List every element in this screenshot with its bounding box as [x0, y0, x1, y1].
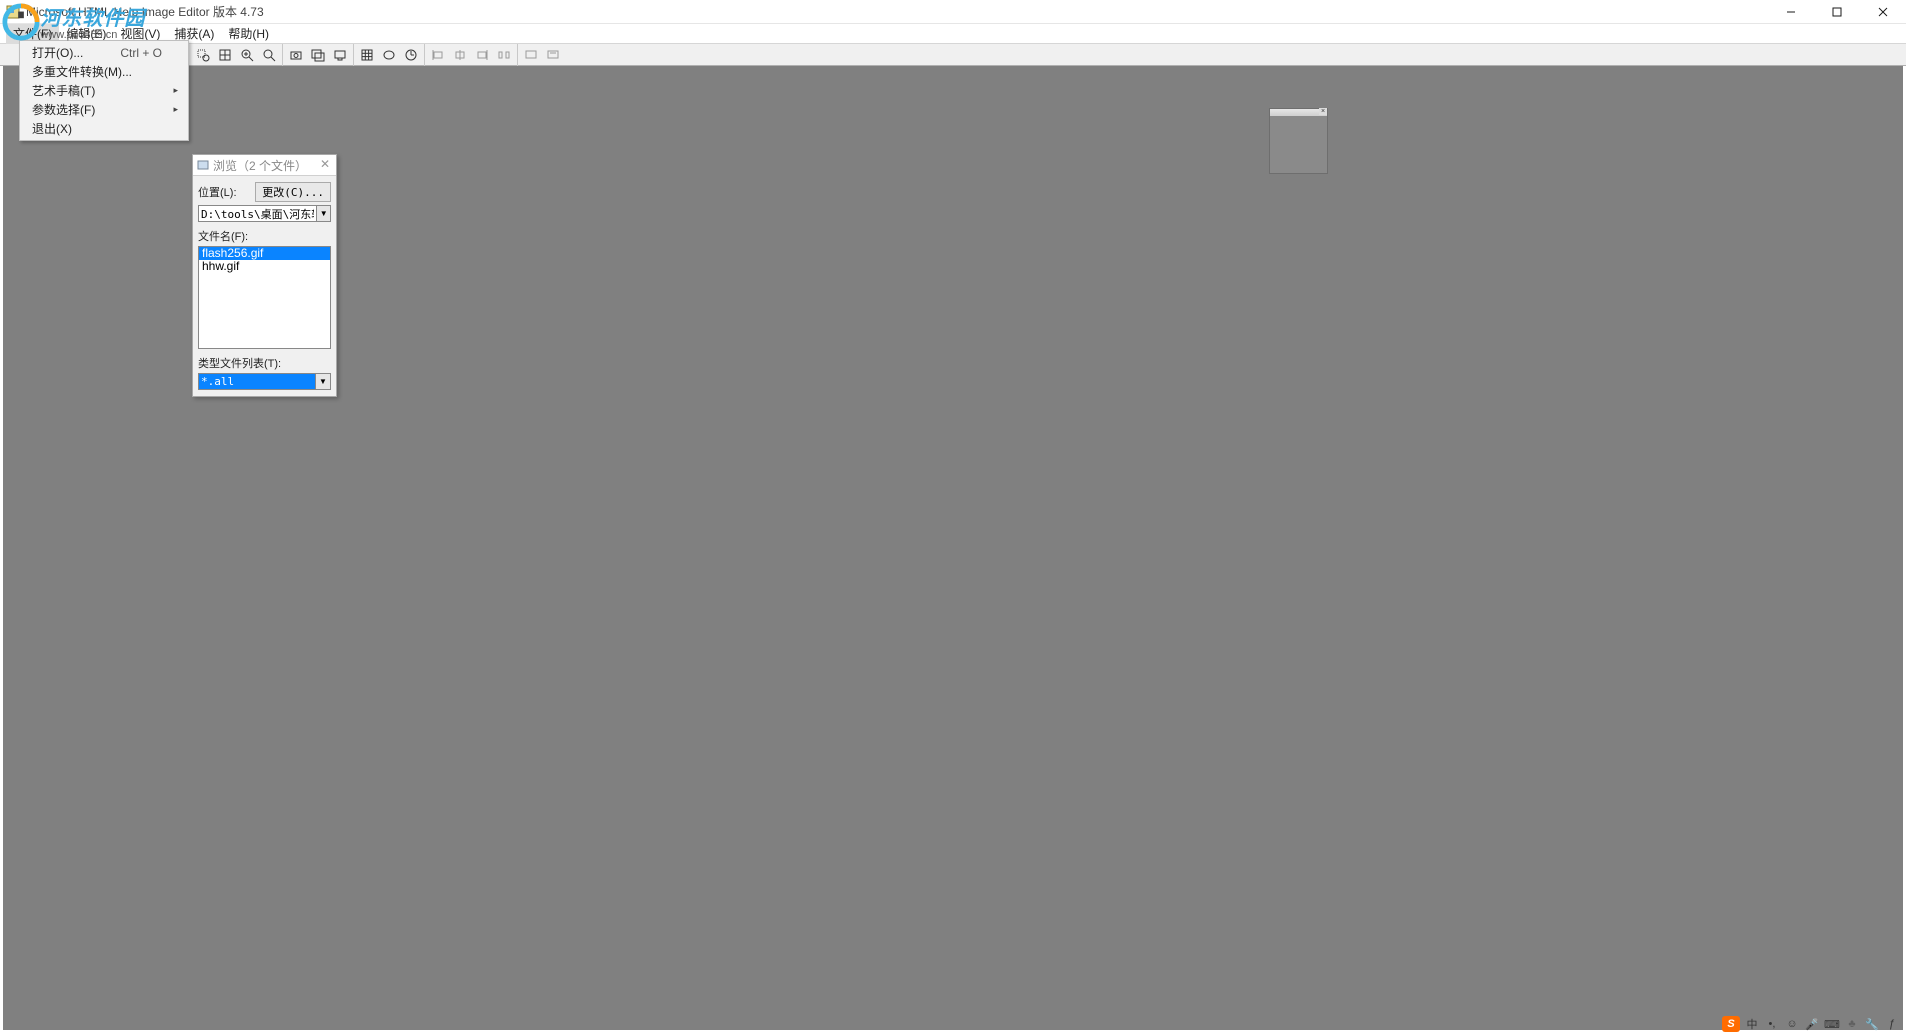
- maximize-button[interactable]: [1814, 0, 1860, 24]
- browse-dialog: 浏览（2 个文件） ✕ 位置(L): 更改(C)... ▼ 文件名(F): fl…: [192, 154, 337, 397]
- dialog-title: 浏览（2 个文件）: [213, 157, 307, 174]
- dialog-close-button[interactable]: ✕: [318, 158, 332, 172]
- menu-multi-convert-label: 多重文件转换(M)...: [32, 63, 132, 80]
- change-button[interactable]: 更改(C)...: [255, 182, 331, 202]
- tool-align-left-icon: [428, 45, 448, 65]
- location-label: 位置(L):: [198, 184, 237, 200]
- tool-capture-icon[interactable]: [286, 45, 306, 65]
- menu-param-choice[interactable]: 参数选择(F) ▸: [22, 100, 186, 119]
- tool-zoom-fit-icon[interactable]: [215, 45, 235, 65]
- tool-capture-screen-icon[interactable]: [330, 45, 350, 65]
- typelist-label: 类型文件列表(T):: [198, 355, 331, 371]
- app-icon: [6, 5, 20, 19]
- file-menu-dropdown: 打开(O)... Ctrl + O 多重文件转换(M)... 艺术手稿(T) ▸…: [19, 40, 189, 141]
- preview-panel[interactable]: ×: [1269, 108, 1328, 174]
- path-input[interactable]: [198, 205, 317, 222]
- menu-art-manuscript[interactable]: 艺术手稿(T) ▸: [22, 81, 186, 100]
- sogou-ime-icon[interactable]: S: [1722, 1016, 1740, 1032]
- submenu-arrow-icon: ▸: [173, 104, 178, 115]
- tool-align-center-icon: [450, 45, 470, 65]
- ime-settings-icon[interactable]: ƒ: [1884, 1017, 1900, 1031]
- ime-tool-icon[interactable]: 🔧: [1864, 1017, 1880, 1031]
- file-item[interactable]: hhw.gif: [199, 260, 330, 273]
- type-dropdown-arrow-icon[interactable]: ▼: [316, 373, 331, 390]
- close-button[interactable]: [1860, 0, 1906, 24]
- menu-open[interactable]: 打开(O)... Ctrl + O: [22, 43, 186, 62]
- tool-zoom-plus-icon[interactable]: [237, 45, 257, 65]
- submenu-arrow-icon: ▸: [173, 85, 178, 96]
- tool-screen1-icon: [521, 45, 541, 65]
- file-list[interactable]: flash256.gif hhw.gif: [198, 246, 331, 349]
- ime-mic-icon[interactable]: 🎤: [1804, 1017, 1820, 1031]
- menu-exit-label: 退出(X): [32, 120, 72, 137]
- tool-align-right-icon: [472, 45, 492, 65]
- path-dropdown-arrow-icon[interactable]: ▼: [317, 205, 331, 222]
- title-bar: Microsoft HTML Help Image Editor 版本 4.73: [0, 0, 1906, 24]
- menu-open-shortcut: Ctrl + O: [120, 46, 162, 60]
- filename-label: 文件名(F):: [198, 228, 331, 244]
- tool-capture-window-icon[interactable]: [308, 45, 328, 65]
- menu-param-label: 参数选择(F): [32, 101, 95, 118]
- dialog-titlebar[interactable]: 浏览（2 个文件） ✕: [193, 155, 336, 176]
- system-tray: S 中 •, ☺ 🎤 ⌨ ♣ 🔧 ƒ: [1716, 1015, 1906, 1033]
- preview-titlebar[interactable]: ×: [1270, 109, 1327, 116]
- tool-time-icon[interactable]: [401, 45, 421, 65]
- dialog-icon: [197, 159, 209, 171]
- minimize-button[interactable]: [1768, 0, 1814, 24]
- tool-grid-icon[interactable]: [357, 45, 377, 65]
- menu-art-label: 艺术手稿(T): [32, 82, 95, 99]
- menu-bar: 文件(F) 编辑(E) 视图(V) 捕获(A) 帮助(H): [0, 24, 1906, 44]
- ime-keyboard-icon[interactable]: ⌨: [1824, 1017, 1840, 1031]
- ime-skin-icon[interactable]: ♣: [1844, 1017, 1860, 1031]
- ime-emoji-icon[interactable]: ☺: [1784, 1017, 1800, 1031]
- ime-punct-icon[interactable]: •,: [1764, 1017, 1780, 1031]
- menu-open-label: 打开(O)...: [32, 44, 83, 61]
- tool-zoom-select-icon[interactable]: [193, 45, 213, 65]
- type-filter-value[interactable]: *.all: [198, 373, 316, 390]
- tool-ellipse-icon[interactable]: [379, 45, 399, 65]
- tool-distribute-icon: [494, 45, 514, 65]
- ime-lang-icon[interactable]: 中: [1744, 1017, 1760, 1031]
- window-title: Microsoft HTML Help Image Editor 版本 4.73: [26, 3, 264, 20]
- tool-screen2-icon: [543, 45, 563, 65]
- toolbar: [0, 44, 1906, 66]
- menu-help[interactable]: 帮助(H): [221, 23, 276, 44]
- tool-zoom-reset-icon[interactable]: [259, 45, 279, 65]
- menu-exit[interactable]: 退出(X): [22, 119, 186, 138]
- preview-close-icon[interactable]: ×: [1319, 108, 1327, 115]
- menu-multi-convert[interactable]: 多重文件转换(M)...: [22, 62, 186, 81]
